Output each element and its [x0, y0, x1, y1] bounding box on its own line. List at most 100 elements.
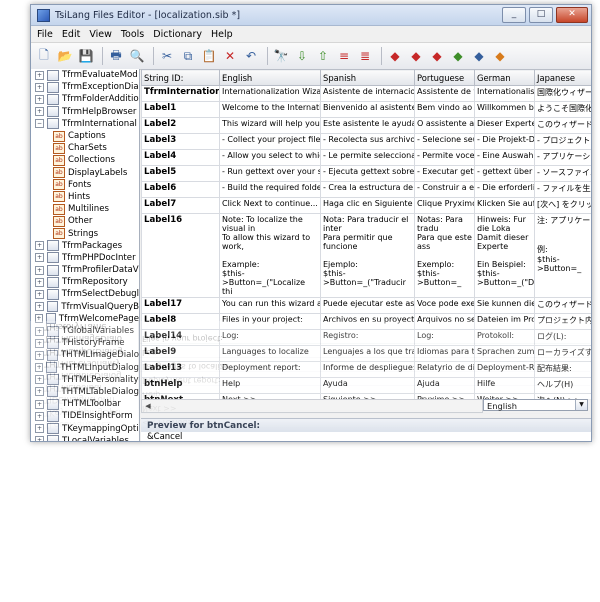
translation-cell[interactable]: - アプリケーション [534, 149, 591, 166]
cut-icon[interactable]: ✂ [158, 47, 176, 65]
translation-cell[interactable]: このウィザードは [534, 297, 591, 314]
dictionary-blue-icon[interactable]: ◆ [470, 47, 488, 65]
translation-cell[interactable]: 注: アプリケーシ 例: $this->Button=_ [534, 213, 591, 298]
translation-cell[interactable]: - ファイルを生成 [534, 181, 591, 198]
minimize-button[interactable]: _ [502, 7, 526, 23]
dictionary-orange-icon[interactable]: ◆ [491, 47, 509, 65]
translation-cell[interactable]: Sie kunnen diesen E [474, 297, 535, 314]
translation-cell[interactable]: Note: To localize the visual in To allow… [219, 213, 321, 298]
dictionary-icon[interactable]: ≣ [356, 47, 374, 65]
translation-cell[interactable]: このウィザードは [534, 117, 591, 134]
tree-node[interactable]: + TfrmEvaluateMod [31, 69, 139, 81]
table-row[interactable]: TfrmInternationalizInternationalization … [141, 85, 591, 102]
translate-icon[interactable]: ≡ [335, 47, 353, 65]
translation-cell[interactable]: - Die Projekt-Dateier [474, 133, 535, 150]
tree-node[interactable]: + TfrmHelpBrowser [31, 106, 139, 118]
tree-leaf[interactable]: ab Strings [31, 227, 139, 240]
translation-cell[interactable]: Klicken Sie auf Weite [474, 197, 535, 214]
tree-leaf[interactable]: ab Collections [31, 154, 139, 166]
grid-column-header[interactable]: Portuguese [414, 69, 475, 86]
tree-leaf[interactable]: ab Captions [31, 130, 139, 142]
menu-dictionary[interactable]: Dictionary [153, 29, 202, 40]
table-row[interactable]: Label16 Note: To localize the visual in T… [141, 213, 591, 298]
translation-cell[interactable]: - Run gettext over your sou [219, 165, 321, 182]
menu-view[interactable]: View [89, 29, 112, 40]
translation-cell[interactable]: - プロジェクトのフ [534, 133, 591, 150]
new-file-icon[interactable]: 🗋 [35, 47, 53, 65]
expand-icon[interactable]: + [35, 241, 44, 251]
table-row[interactable]: Label2This wizard will help you trarEste… [141, 117, 591, 134]
translation-cell[interactable]: [次へ] をクリック [534, 197, 591, 214]
expand-icon[interactable]: + [35, 302, 44, 312]
expand-icon[interactable]: + [35, 82, 44, 92]
undo-icon[interactable]: ↶ [242, 47, 260, 65]
grid-column-header[interactable]: English [219, 69, 321, 86]
expand-icon[interactable]: + [35, 265, 44, 275]
table-row[interactable]: Label7 Click Next to continue... Haga clic… [141, 197, 591, 214]
dictionary-red-icon[interactable]: ◆ [386, 47, 404, 65]
translation-cell[interactable]: - Executar gettex [414, 165, 475, 182]
translation-cell[interactable]: 国際化ウィザード [534, 85, 591, 102]
tree-leaf[interactable]: ab Multilines [31, 203, 139, 215]
dictionary-add-icon[interactable]: ◆ [407, 47, 425, 65]
translation-cell[interactable]: Notas: Para tradu Para que este ass Exem… [414, 213, 475, 298]
translation-cell[interactable]: Hinweis: Fur die Loka Damit dieser Exper… [474, 213, 535, 298]
table-row[interactable]: Label6- Build the required folder st- Cr… [141, 181, 591, 198]
translation-cell[interactable]: - Allow you select to which la [219, 149, 321, 166]
grid-column-header[interactable]: German [474, 69, 535, 86]
translation-cell[interactable]: Voce pode execu [414, 297, 475, 314]
translation-cell[interactable]: - Die erforderliche O [474, 181, 535, 198]
expand-icon[interactable]: + [35, 94, 44, 104]
delete-icon[interactable]: ✕ [221, 47, 239, 65]
translation-cell[interactable]: - Construir a estri [414, 181, 475, 198]
translation-cell[interactable]: - Eine Auswahl anbie [474, 149, 535, 166]
translation-cell[interactable]: This wizard will help you trar [219, 117, 321, 134]
dictionary-update-icon[interactable]: ◆ [428, 47, 446, 65]
translation-cell[interactable]: - ソースファイルに [534, 165, 591, 182]
translation-cell[interactable]: Internationalisierung [474, 85, 535, 102]
expand-icon[interactable]: + [35, 289, 44, 299]
close-button[interactable]: ✕ [556, 7, 588, 23]
translation-cell[interactable]: Dieser Experte wird [474, 117, 535, 134]
expand-icon[interactable]: + [35, 70, 44, 80]
translation-cell[interactable]: Bem vindo ao ass [414, 101, 475, 118]
expand-icon[interactable]: + [35, 277, 44, 287]
translation-cell[interactable]: O assistente ajud [414, 117, 475, 134]
expand-icon[interactable]: + [35, 253, 44, 263]
paste-icon[interactable]: 📋 [200, 47, 218, 65]
tree-node[interactable]: + TfrmProfilerDataV [31, 264, 139, 276]
translation-cell[interactable]: - Permite voce de [414, 149, 475, 166]
translation-cell[interactable]: Nota: Para traducir el inter Para permit… [320, 213, 415, 298]
tree-node[interactable]: + TfrmRepository [31, 276, 139, 288]
grid-column-header[interactable]: Japanese [534, 69, 591, 86]
dictionary-green-icon[interactable]: ◆ [449, 47, 467, 65]
collapse-icon[interactable]: − [35, 119, 44, 129]
translation-cell[interactable]: ようこそ国際化ウ [534, 101, 591, 118]
translation-cell[interactable]: Assistente de tra [414, 85, 475, 102]
tree-node[interactable]: + TfrmVisualQueryB [31, 301, 139, 313]
tree-node[interactable]: + TfrmExceptionDia [31, 81, 139, 93]
translation-cell[interactable]: You can run this wizard as m [219, 297, 321, 314]
table-row[interactable]: Label17You can run this wizard as mPuede… [141, 297, 591, 314]
open-folder-icon[interactable]: 📂 [56, 47, 74, 65]
translation-cell[interactable]: - Recolecta sus archivos de [320, 133, 415, 150]
table-row[interactable]: Label5- Run gettext over your sou- Ejecu… [141, 165, 591, 182]
find-icon[interactable]: 🔭 [272, 47, 290, 65]
menu-tools[interactable]: Tools [121, 29, 144, 40]
translation-cell[interactable]: Welcome to the Internationa [219, 101, 321, 118]
translation-cell[interactable]: - Ejecuta gettext sobre sus [320, 165, 415, 182]
table-row[interactable]: Label3- Collect your project files - Reco… [141, 133, 591, 150]
export-icon[interactable]: ⇧ [314, 47, 332, 65]
translation-cell[interactable]: - Le permite seleccionar los [320, 149, 415, 166]
translation-cell[interactable]: Willkommen beim Int [474, 101, 535, 118]
table-row[interactable]: Label4- Allow you select to which la- Le… [141, 149, 591, 166]
menu-file[interactable]: File [37, 29, 53, 40]
tree-leaf[interactable]: ab DisplayLabels [31, 167, 139, 179]
translation-cell[interactable]: - gettext über den Q [474, 165, 535, 182]
print-preview-icon[interactable]: 🔍 [128, 47, 146, 65]
translation-cell[interactable]: Este asistente le ayudará a [320, 117, 415, 134]
translation-cell[interactable]: Puede ejecutar este asiste [320, 297, 415, 314]
translation-cell[interactable]: Asistente de internacionali [320, 85, 415, 102]
translation-cell[interactable]: Click Next to continue... [219, 197, 321, 214]
tree-node[interactable]: + TfrmPHPDocInter [31, 252, 139, 264]
